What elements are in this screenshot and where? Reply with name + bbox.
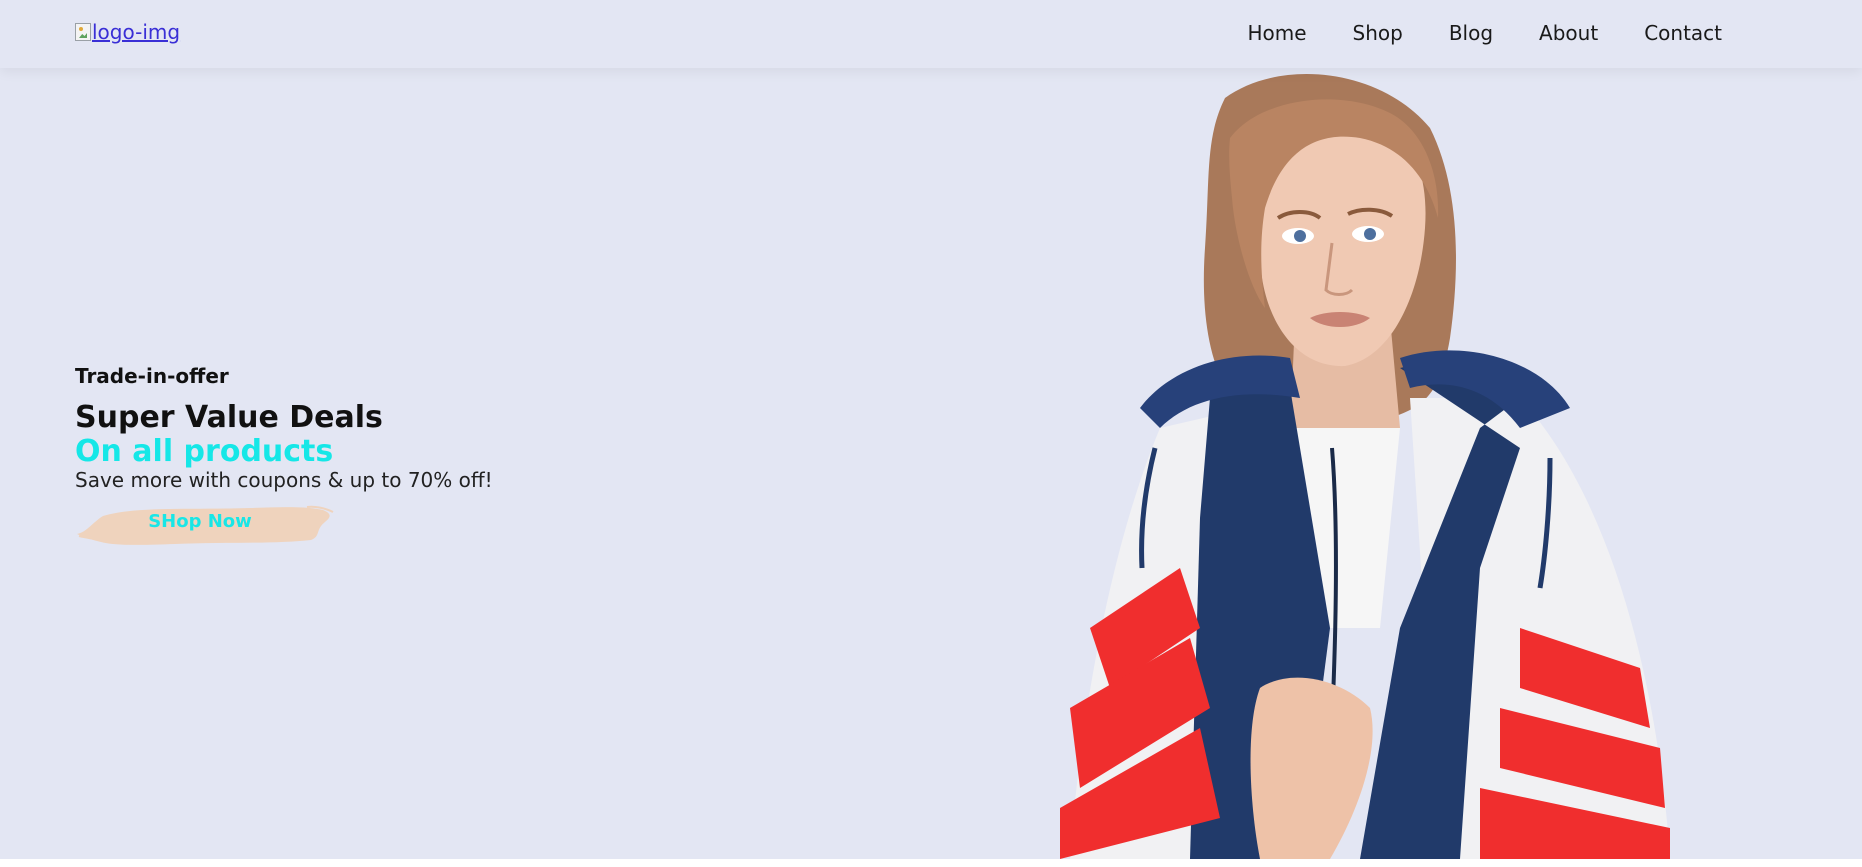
logo-alt-text: logo-img [92,20,181,44]
nav-blog-link[interactable]: Blog [1449,21,1493,45]
hero-model-image [1060,74,1670,859]
main-nav: Home Shop Blog About Contact [1247,0,1722,66]
hero-copy: Save more with coupons & up to 70% off! [75,468,493,492]
hero-section: Trade-in-offer Super Value Deals On all … [0,68,1862,859]
site-header: logo-img Home Shop Blog About Contact [0,0,1862,68]
page-bottom-strip [0,859,1862,867]
nav-shop-link[interactable]: Shop [1353,21,1403,45]
hero-eyebrow: Trade-in-offer [75,364,229,388]
nav-contact-link[interactable]: Contact [1644,21,1722,45]
nav-about-link[interactable]: About [1539,21,1598,45]
shop-now-button[interactable]: SHop Now [75,492,335,550]
nav-home-link[interactable]: Home [1247,21,1306,45]
shop-now-label: SHop Now [148,510,252,532]
logo-link[interactable]: logo-img [75,20,180,44]
page: logo-img Home Shop Blog About Contact Tr… [0,0,1862,867]
hero-headline: Super Value Deals [75,400,383,435]
hero-subheadline: On all products [75,434,334,469]
broken-image-icon [75,23,91,41]
